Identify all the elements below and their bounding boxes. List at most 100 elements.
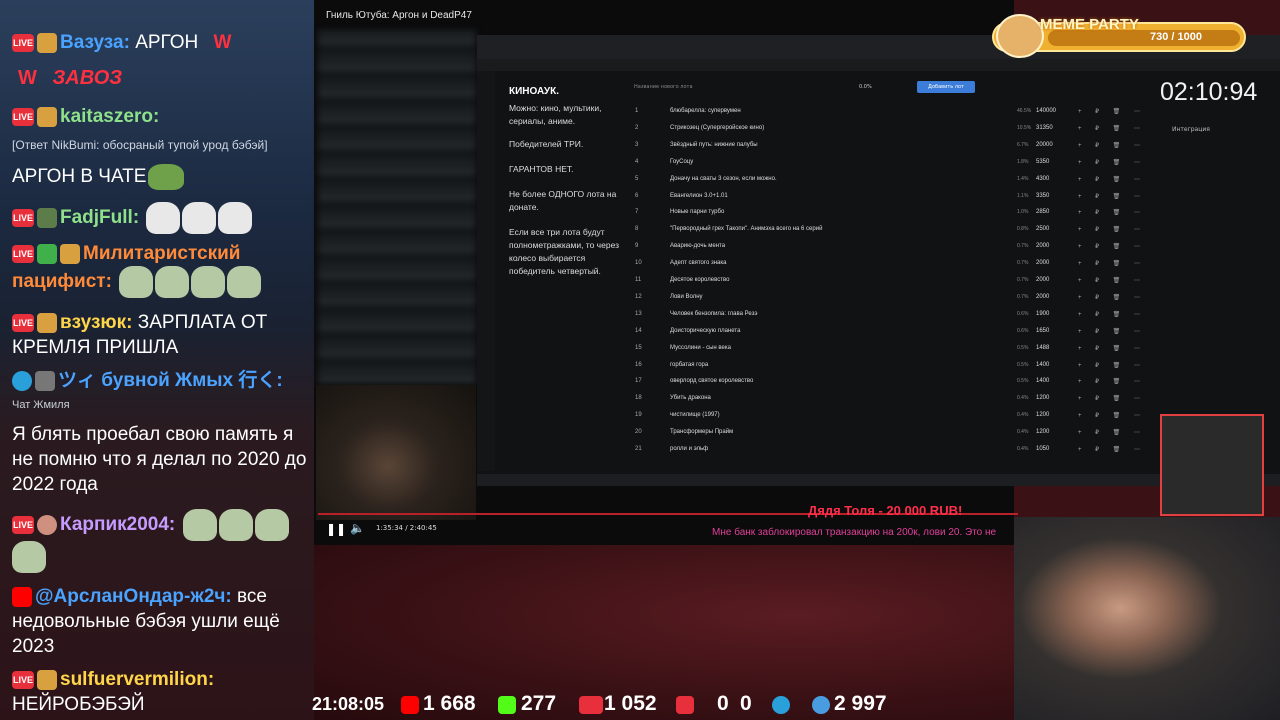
new-lot-input[interactable]: Название нового лота <box>634 84 693 90</box>
volume-icon[interactable]: 🔈 <box>350 521 365 535</box>
lot-row[interactable]: 2 Стрикозец (Супергеройское кино) 10.5% 313… <box>632 120 1152 137</box>
lot-name[interactable]: чистилище (1997) <box>670 412 720 418</box>
lot-name[interactable]: Звёздный путь: нижние палубы <box>670 142 758 148</box>
add-lot-button[interactable]: Добавить лот <box>917 81 975 93</box>
lot-name[interactable]: оверлорд святое королевство <box>670 378 753 384</box>
user-avatar-icon <box>37 208 57 228</box>
lot-value[interactable]: 4300 <box>1036 176 1049 182</box>
lot-value[interactable]: 20000 <box>1036 142 1053 148</box>
lot-name[interactable]: блюбарелла: супервумен <box>670 108 741 114</box>
lot-actions[interactable]: + ₽ 🗑 ⋯ <box>1078 226 1146 233</box>
lot-row[interactable]: 13 Человек бензопила: глава Резэ 0.6% 1900 +… <box>632 306 1152 323</box>
lot-row[interactable]: 1 блюбарелла: супервумен 46.5% 140000 + ₽ 🗑 … <box>632 103 1152 120</box>
lot-name[interactable]: Стрикозец (Супергеройское кино) <box>670 125 764 131</box>
pause-icon[interactable]: ❚❚ <box>326 522 346 536</box>
lot-actions[interactable]: + ₽ 🗑 ⋯ <box>1078 294 1146 301</box>
notes-line: ГАРАНТОВ НЕТ. <box>509 164 574 174</box>
lot-value[interactable]: 1900 <box>1036 311 1049 317</box>
lot-value[interactable]: 31350 <box>1036 125 1053 131</box>
lot-row[interactable]: 6 Евангелион 3.0+1.01 1.1% 3350 + ₽ 🗑 ⋯ <box>632 188 1152 205</box>
lot-name[interactable]: ролли и эльф <box>670 446 708 452</box>
lot-name[interactable]: ГоуСоцу <box>670 159 693 165</box>
lot-actions[interactable]: + ₽ 🗑 ⋯ <box>1078 193 1146 200</box>
rutube-icon <box>676 696 694 714</box>
lot-row[interactable]: 14 Доисторическую планета 0.6% 1650 + ₽ 🗑 ⋯ <box>632 323 1152 340</box>
lot-value[interactable]: 3350 <box>1036 193 1049 199</box>
lot-actions[interactable]: + ₽ 🗑 ⋯ <box>1078 429 1146 436</box>
lot-value[interactable]: 1200 <box>1036 412 1049 418</box>
donation-message: Мне банк заблокировал транзакцию на 200к… <box>712 527 997 538</box>
lot-name[interactable]: горбатая гора <box>670 362 708 368</box>
live-badge: LIVE <box>12 209 34 227</box>
lot-row[interactable]: 20 Трансформеры Прайм 0.4% 1200 + ₽ 🗑 ⋯ <box>632 424 1152 441</box>
lot-row[interactable]: 15 Муссолини - сын века 0.5% 1488 + ₽ 🗑 ⋯ <box>632 340 1152 357</box>
integration-toggle[interactable]: Интеграция <box>1172 126 1210 133</box>
percent-input[interactable]: 0.0% <box>859 84 872 90</box>
lot-value[interactable]: 2000 <box>1036 277 1049 283</box>
lot-name[interactable]: Лови Волну <box>670 294 703 300</box>
lot-actions[interactable]: + ₽ 🗑 ⋯ <box>1078 209 1146 216</box>
lot-name[interactable]: Человек бензопила: глава Резэ <box>670 311 757 317</box>
lot-row[interactable]: 16 горбатая гора 0.5% 1400 + ₽ 🗑 ⋯ <box>632 357 1152 374</box>
lot-value[interactable]: 2000 <box>1036 260 1049 266</box>
lot-actions[interactable]: + ₽ 🗑 ⋯ <box>1078 395 1146 402</box>
lot-value[interactable]: 1200 <box>1036 429 1049 435</box>
lot-row[interactable]: 11 Десятое королевство 0.7% 2000 + ₽ 🗑 ⋯ <box>632 272 1152 289</box>
chat-message: LIVE FadjFull: <box>12 202 308 234</box>
lot-value[interactable]: 2850 <box>1036 209 1049 215</box>
lot-actions[interactable]: + ₽ 🗑 ⋯ <box>1078 362 1146 369</box>
lot-row[interactable]: 9 Аварию-дочь мента 0.7% 2000 + ₽ 🗑 ⋯ <box>632 238 1152 255</box>
lot-name[interactable]: "Первородный грех Такопи". Анимэха всего… <box>670 226 822 232</box>
lot-actions[interactable]: + ₽ 🗑 ⋯ <box>1078 142 1146 149</box>
lot-value[interactable]: 2000 <box>1036 294 1049 300</box>
lot-actions[interactable]: + ₽ 🗑 ⋯ <box>1078 412 1146 419</box>
lot-name[interactable]: Аварию-дочь мента <box>670 243 725 249</box>
lot-row[interactable]: 17 оверлорд святое королевство 0.5% 1400 + ₽… <box>632 373 1152 390</box>
lot-actions[interactable]: + ₽ 🗑 ⋯ <box>1078 446 1146 453</box>
lot-actions[interactable]: + ₽ 🗑 ⋯ <box>1078 243 1146 250</box>
lot-name[interactable]: Доисторическую планета <box>670 328 740 334</box>
lot-row[interactable]: 8 "Первородный грех Такопи". Анимэха всег… <box>632 221 1152 238</box>
lot-name[interactable]: Новые парни турбо <box>670 209 724 215</box>
lot-value[interactable]: 2500 <box>1036 226 1049 232</box>
lot-actions[interactable]: + ₽ 🗑 ⋯ <box>1078 125 1146 132</box>
lot-actions[interactable]: + ₽ 🗑 ⋯ <box>1078 328 1146 335</box>
lot-row[interactable]: 18 Убить дракона 0.4% 1200 + ₽ 🗑 ⋯ <box>632 390 1152 407</box>
lot-actions[interactable]: + ₽ 🗑 ⋯ <box>1078 260 1146 267</box>
lot-name[interactable]: Убить дракона <box>670 395 711 401</box>
lot-value[interactable]: 140000 <box>1036 108 1056 114</box>
lot-name[interactable]: Десятое королевство <box>670 277 729 283</box>
lot-name[interactable]: Адепт святого знака <box>670 260 726 266</box>
lot-row[interactable]: 12 Лови Волну 0.7% 2000 + ₽ 🗑 ⋯ <box>632 289 1152 306</box>
clock: 21:08:05 <box>312 694 385 714</box>
video-controls: ❚❚ 🔈 1:35:34 / 2:40:45 <box>318 512 476 544</box>
lot-value[interactable]: 1650 <box>1036 328 1049 334</box>
lot-actions[interactable]: + ₽ 🗑 ⋯ <box>1078 345 1146 352</box>
lot-row[interactable]: 4 ГоуСоцу 1.8% 5350 + ₽ 🗑 ⋯ <box>632 154 1152 171</box>
lot-value[interactable]: 1200 <box>1036 395 1049 401</box>
lot-row[interactable]: 3 Звёздный путь: нижние палубы 6.7% 20000 + … <box>632 137 1152 154</box>
lot-row[interactable]: 5 Доначу на сваты 3 сезон, если можно. 1.4… <box>632 171 1152 188</box>
lot-value[interactable]: 1400 <box>1036 378 1049 384</box>
lot-actions[interactable]: + ₽ 🗑 ⋯ <box>1078 378 1146 385</box>
lot-name[interactable]: Доначу на сваты 3 сезон, если можно. <box>670 176 777 182</box>
lot-row[interactable]: 10 Адепт святого знака 0.7% 2000 + ₽ 🗑 ⋯ <box>632 255 1152 272</box>
lot-value[interactable]: 5350 <box>1036 159 1049 165</box>
lot-name[interactable]: Евангелион 3.0+1.01 <box>670 193 728 199</box>
lot-name[interactable]: Трансформеры Прайм <box>670 429 733 435</box>
lot-value[interactable]: 2000 <box>1036 243 1049 249</box>
lot-value[interactable]: 1050 <box>1036 446 1049 452</box>
lot-row[interactable]: 7 Новые парни турбо 1.0% 2850 + ₽ 🗑 ⋯ <box>632 204 1152 221</box>
lot-actions[interactable]: + ₽ 🗑 ⋯ <box>1078 108 1146 115</box>
lot-actions[interactable]: + ₽ 🗑 ⋯ <box>1078 159 1146 166</box>
lot-value[interactable]: 1400 <box>1036 362 1049 368</box>
lot-value[interactable]: 1488 <box>1036 345 1049 351</box>
lot-actions[interactable]: + ₽ 🗑 ⋯ <box>1078 176 1146 183</box>
lot-name[interactable]: Муссолини - сын века <box>670 345 731 351</box>
lot-actions[interactable]: + ₽ 🗑 ⋯ <box>1078 277 1146 284</box>
lot-row[interactable]: 19 чистилище (1997) 0.4% 1200 + ₽ 🗑 ⋯ <box>632 407 1152 424</box>
lot-actions[interactable]: + ₽ 🗑 ⋯ <box>1078 311 1146 318</box>
lot-row[interactable]: 21 ролли и эльф 0.4% 1050 + ₽ 🗑 ⋯ <box>632 441 1152 458</box>
face-emote-icon <box>254 509 289 541</box>
user-avatar-icon <box>37 669 57 690</box>
